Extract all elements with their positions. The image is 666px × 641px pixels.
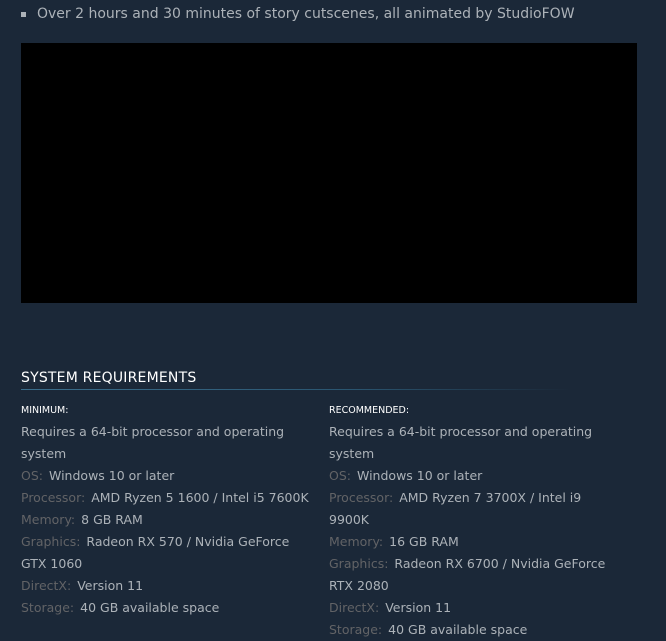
- recommended-storage-row: Storage: 40 GB available space: [329, 619, 619, 641]
- req-value: Windows 10 or later: [357, 468, 483, 483]
- recommended-os-row: OS: Windows 10 or later: [329, 465, 619, 487]
- req-label: DirectX:: [21, 578, 72, 593]
- feature-bullet: Over 2 hours and 30 minutes of story cut…: [21, 6, 575, 22]
- minimum-note: Requires a 64-bit processor and operatin…: [21, 424, 285, 461]
- bullet-icon: [21, 11, 26, 17]
- recommended-processor-row: Processor: AMD Ryzen 7 3700X / Intel i9 9…: [329, 487, 619, 531]
- req-label: Storage:: [21, 600, 75, 615]
- req-value: 40 GB available space: [80, 600, 220, 615]
- recommended-memory-row: Memory: 16 GB RAM: [329, 531, 619, 553]
- req-label: Processor:: [329, 490, 394, 505]
- req-value: 40 GB available space: [388, 622, 528, 637]
- video-player[interactable]: [21, 43, 637, 303]
- recommended-directx-row: DirectX: Version 11: [329, 597, 619, 619]
- req-label: Processor:: [21, 490, 86, 505]
- sysreq-divider: [21, 389, 571, 390]
- req-value: 8 GB RAM: [81, 512, 143, 527]
- minimum-storage-row: Storage: 40 GB available space: [21, 597, 311, 619]
- recommended-requirements: RECOMMENDED: Requires a 64-bit processor…: [329, 405, 619, 641]
- minimum-os-row: OS: Windows 10 or later: [21, 465, 311, 487]
- recommended-heading: RECOMMENDED:: [329, 405, 410, 416]
- recommended-note: Requires a 64-bit processor and operatin…: [329, 424, 593, 461]
- req-label: Memory:: [21, 512, 76, 527]
- req-value: Version 11: [77, 578, 144, 593]
- req-label: DirectX:: [329, 600, 380, 615]
- req-label: Storage:: [329, 622, 383, 637]
- req-value: 16 GB RAM: [389, 534, 459, 549]
- minimum-processor-row: Processor: AMD Ryzen 5 1600 / Intel i5 76…: [21, 487, 311, 509]
- req-label: Memory:: [329, 534, 384, 549]
- minimum-heading: MINIMUM:: [21, 405, 69, 416]
- req-label: OS:: [21, 468, 43, 483]
- req-value: Version 11: [385, 600, 452, 615]
- minimum-memory-row: Memory: 8 GB RAM: [21, 509, 311, 531]
- req-label: Graphics:: [21, 534, 81, 549]
- recommended-graphics-row: Graphics: Radeon RX 6700 / Nvidia GeForce…: [329, 553, 619, 597]
- req-value: Windows 10 or later: [49, 468, 175, 483]
- req-label: Graphics:: [329, 556, 389, 571]
- minimum-directx-row: DirectX: Version 11: [21, 575, 311, 597]
- req-value: AMD Ryzen 5 1600 / Intel i5 7600K: [91, 490, 309, 505]
- minimum-requirements: MINIMUM: Requires a 64-bit processor and…: [21, 405, 311, 619]
- feature-bullet-text: Over 2 hours and 30 minutes of story cut…: [37, 6, 575, 22]
- minimum-graphics-row: Graphics: Radeon RX 570 / Nvidia GeForce …: [21, 531, 311, 575]
- req-label: OS:: [329, 468, 351, 483]
- sysreq-title: SYSTEM REQUIREMENTS: [21, 370, 197, 386]
